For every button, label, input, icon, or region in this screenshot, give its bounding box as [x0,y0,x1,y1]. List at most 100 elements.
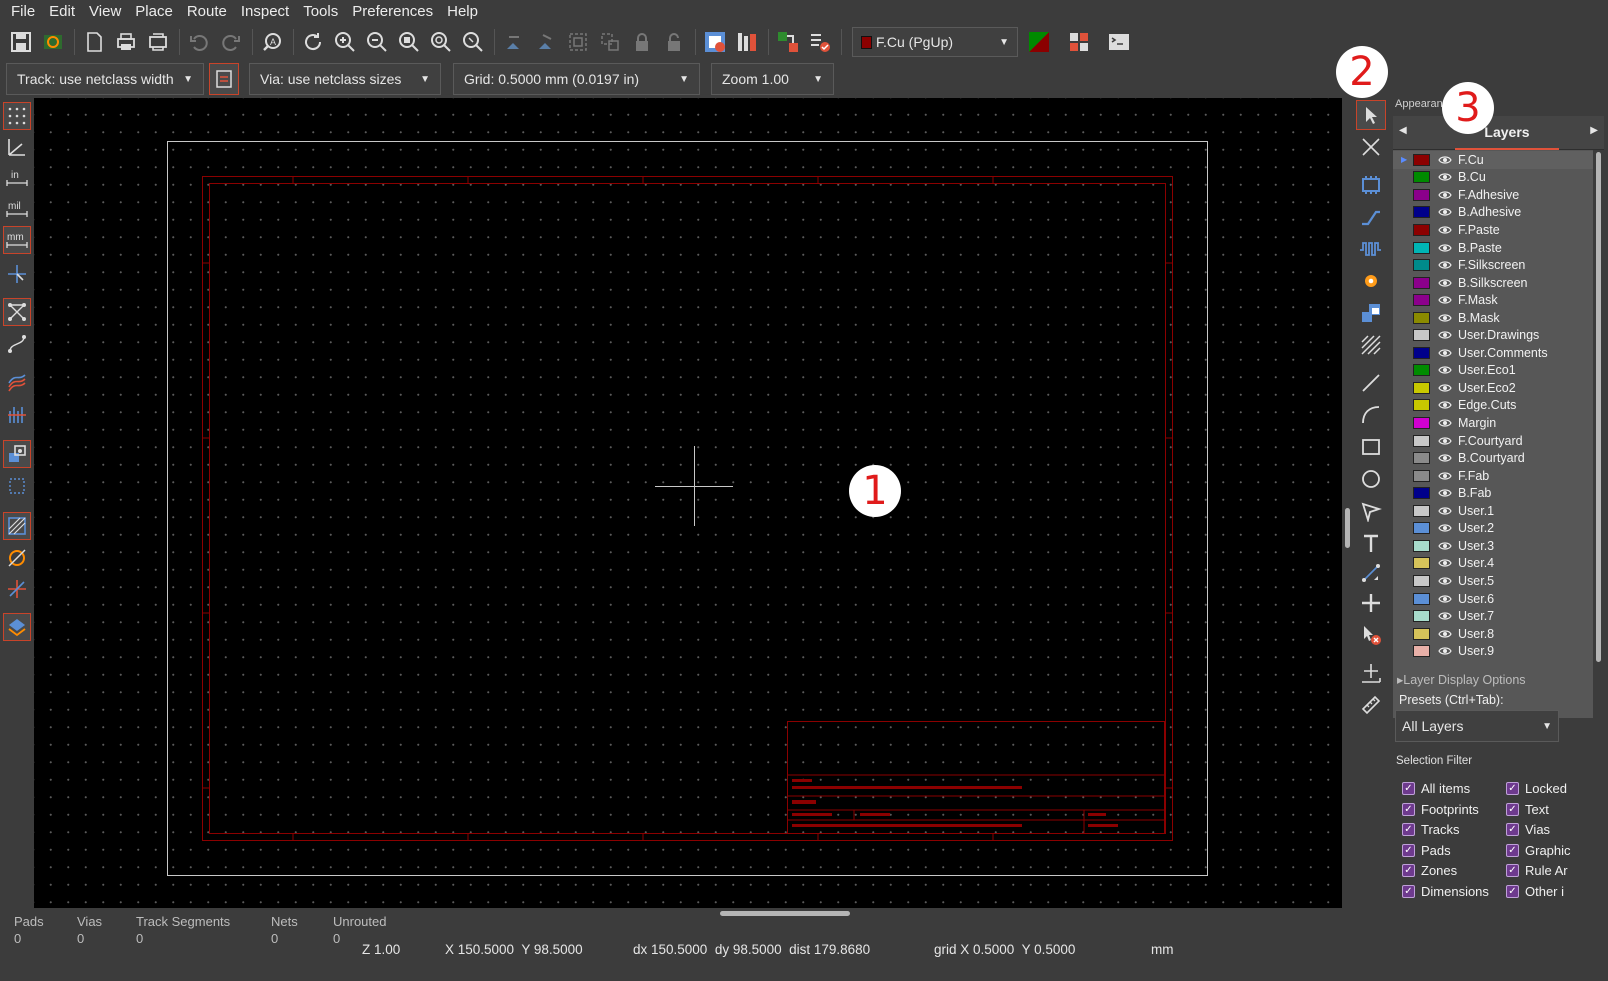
layer-row[interactable]: User.4 [1393,555,1593,573]
checkmark-icon[interactable]: ✓ [1402,864,1415,877]
layer-row[interactable]: User.5 [1393,572,1593,590]
tune-length-icon[interactable] [1356,234,1386,264]
unlock-icon[interactable] [659,27,689,57]
mils-units-icon[interactable]: mil [3,195,31,223]
page-settings-icon[interactable] [79,27,109,57]
eye-icon[interactable] [1438,488,1452,498]
tab-scroll-left-icon[interactable]: ◀ [1399,125,1407,136]
redo-icon[interactable] [216,27,246,57]
draw-line-icon[interactable] [1356,368,1386,398]
eye-icon[interactable] [1438,365,1452,375]
layer-color-swatch[interactable] [1413,469,1430,482]
zoom-selection-icon[interactable] [458,27,488,57]
filter-checkbox[interactable]: ✓ Other i [1506,884,1564,899]
refresh-icon[interactable] [298,27,328,57]
select-tool-icon[interactable] [1356,100,1386,130]
board-setup-icon[interactable] [38,27,68,57]
zoom-out-icon[interactable] [362,27,392,57]
checkmark-icon[interactable]: ✓ [1402,843,1415,857]
layer-color-swatch[interactable] [1413,627,1430,640]
layer-color-swatch[interactable] [1413,645,1430,658]
route-track-icon[interactable] [1356,202,1386,232]
rotate-cw-icon[interactable] [531,27,561,57]
layer-color-swatch[interactable] [1413,417,1430,429]
menu-preferences[interactable]: Preferences [345,0,440,24]
layer-row[interactable]: B.Courtyard [1393,449,1593,467]
layer-color-swatch[interactable] [1413,294,1430,307]
scrollbar-thumb[interactable] [1345,508,1350,548]
eye-icon[interactable] [1438,646,1452,656]
eye-icon[interactable] [1438,330,1452,340]
lock-icon[interactable] [627,27,657,57]
curved-ratsnest-icon[interactable] [3,330,31,358]
eye-icon[interactable] [1438,541,1452,551]
layer-display-options-toggle[interactable]: ▸Layer Display Options [1397,672,1526,687]
layer-color-swatch[interactable] [1413,153,1430,166]
layer-color-swatch[interactable] [1413,399,1430,412]
zoom-fit-icon[interactable] [394,27,424,57]
eye-icon[interactable] [1438,225,1452,235]
layer-row[interactable]: Margin [1393,414,1593,432]
print-icon[interactable] [111,27,141,57]
layer-row[interactable]: F.Paste [1393,221,1593,239]
checkmark-icon[interactable]: ✓ [1506,884,1519,898]
menu-view[interactable]: View [82,0,128,24]
eye-icon[interactable] [1438,506,1452,516]
mm-units-icon[interactable]: mm [3,226,31,254]
eye-icon[interactable] [1438,576,1452,586]
layer-color-swatch[interactable] [1413,539,1430,552]
layer-color-swatch[interactable] [1413,487,1430,500]
checkmark-icon[interactable]: ✓ [1402,823,1415,836]
scrollbar-thumb[interactable] [720,911,850,916]
checkmark-icon[interactable]: ✓ [1506,864,1519,877]
draw-circle-icon[interactable] [1356,464,1386,494]
layer-color-swatch[interactable] [1413,241,1430,254]
tab-scroll-right-icon[interactable]: ▶ [1590,125,1598,136]
canvas-horizontal-scrollbar[interactable] [34,908,1342,918]
layer-color-swatch[interactable] [1413,381,1430,394]
eye-icon[interactable] [1438,629,1452,639]
netlist-icon[interactable] [773,27,803,57]
filter-checkbox[interactable]: ✓ Zones [1402,863,1457,878]
layer-row[interactable]: User.7 [1393,607,1593,625]
zoom-objects-icon[interactable] [426,27,456,57]
layer-color-swatch[interactable] [1413,610,1430,623]
checkmark-icon[interactable]: ✓ [1402,802,1415,816]
layer-color-swatch[interactable] [1413,171,1430,184]
checkmark-icon[interactable]: ✓ [1506,823,1519,836]
measure-tool-icon[interactable] [1356,690,1386,720]
active-layer-dropdown[interactable]: F.Cu (PgUp) ▼ [852,27,1018,57]
layer-row[interactable]: Edge.Cuts [1393,397,1593,415]
drc-icon[interactable] [805,27,835,57]
eye-icon[interactable] [1438,471,1452,481]
pad-outline-icon[interactable] [3,544,31,572]
eye-icon[interactable] [1438,453,1452,463]
canvas-vertical-scrollbar[interactable] [1342,98,1353,908]
scripting-icon[interactable] [1064,27,1094,57]
draw-arc-icon[interactable] [1356,400,1386,430]
layer-color-swatch[interactable] [1413,452,1430,465]
eye-icon[interactable] [1438,348,1452,358]
checkmark-icon[interactable]: ✓ [1402,782,1415,795]
layer-color-swatch[interactable] [1413,311,1430,324]
layer-row[interactable]: User.3 [1393,537,1593,555]
find-icon[interactable]: A [257,27,287,57]
local-ratsnest-icon[interactable] [1356,132,1386,162]
ratsnest-icon[interactable] [3,298,31,326]
layer-row[interactable]: User.Drawings [1393,327,1593,345]
net-color-icon[interactable] [3,400,31,428]
layer-row[interactable]: User.8 [1393,625,1593,643]
layer-row[interactable]: B.Cu [1393,169,1593,187]
footprint-browser-icon[interactable] [732,27,762,57]
filter-checkbox[interactable]: ✓ Vias [1506,822,1550,837]
eye-icon[interactable] [1438,260,1452,270]
layer-row[interactable]: B.Fab [1393,484,1593,502]
delete-tool-icon[interactable] [1356,620,1386,650]
menu-file[interactable]: File [4,0,42,24]
pcb-canvas[interactable]: 1 [34,98,1342,908]
layer-row[interactable]: F.Courtyard [1393,432,1593,450]
eye-icon[interactable] [1438,278,1452,288]
zone-outline-icon[interactable] [3,472,31,500]
add-dimension-icon[interactable] [1356,558,1386,588]
add-zone-icon[interactable] [1356,298,1386,328]
